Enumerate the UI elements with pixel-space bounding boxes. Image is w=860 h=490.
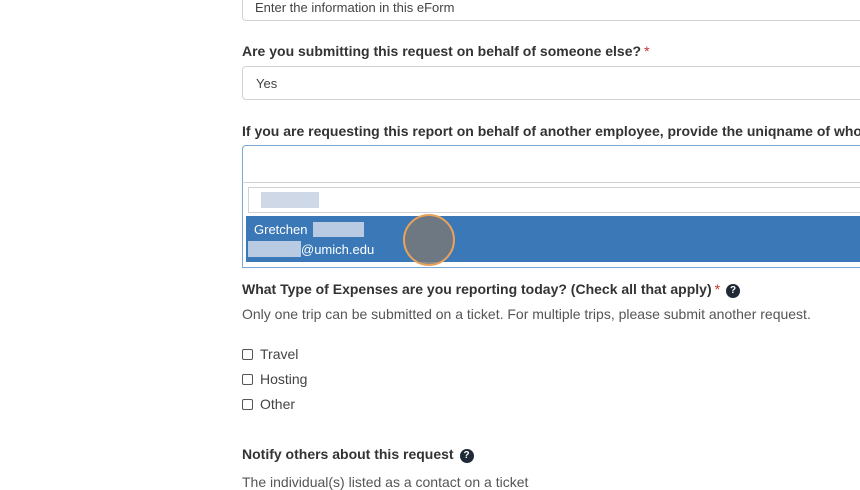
expenses-question-text: What Type of Expenses are you reporting … [242, 281, 712, 297]
behalf-question-text: Are you submitting this request on behal… [242, 43, 642, 59]
checkbox-icon[interactable] [242, 398, 253, 410]
behalf-question: Are you submitting this request on behal… [242, 43, 650, 59]
checkbox-hosting-label: Hosting [260, 371, 308, 387]
behalf-value: Yes [256, 76, 278, 91]
uniqname-search-input[interactable] [242, 145, 860, 183]
uniqname-question: If you are requesting this report on beh… [242, 123, 860, 139]
checkbox-travel-label: Travel [260, 346, 299, 362]
checkbox-other[interactable]: Other [242, 396, 295, 412]
behalf-select[interactable]: Yes [242, 66, 860, 100]
redacted-filter-text [261, 192, 319, 208]
required-mark: * [644, 43, 650, 59]
checkbox-other-label: Other [260, 396, 296, 412]
checkbox-hosting[interactable]: Hosting [242, 371, 307, 387]
required-mark: * [714, 281, 721, 297]
option-email-suffix: @umich.edu [301, 241, 375, 257]
redacted-surname [313, 222, 365, 237]
help-icon[interactable]: ? [726, 284, 741, 298]
notify-description: The individual(s) listed as a contact on… [242, 474, 529, 490]
checkbox-icon[interactable] [242, 348, 253, 360]
help-icon[interactable]: ? [459, 449, 474, 463]
expenses-description: Only one trip can be submitted on a tick… [242, 306, 811, 322]
checkbox-icon[interactable] [242, 373, 253, 385]
entry-method-select[interactable]: Enter the information in this eForm [242, 0, 860, 21]
checkbox-travel[interactable]: Travel [242, 346, 298, 362]
uniqname-dropdown: Gretchen @umich.edu [242, 182, 860, 268]
dropdown-option-selected[interactable]: Gretchen @umich.edu [246, 216, 860, 262]
option-name: Gretchen [254, 222, 308, 237]
notify-question: Notify others about this request? [242, 446, 474, 463]
expenses-question: What Type of Expenses are you reporting … [242, 281, 741, 298]
redacted-username [248, 241, 301, 257]
notify-question-text: Notify others about this request [242, 446, 454, 462]
dropdown-filter-input[interactable] [248, 187, 860, 213]
click-indicator [403, 214, 455, 266]
entry-method-value: Enter the information in this eForm [255, 0, 455, 15]
